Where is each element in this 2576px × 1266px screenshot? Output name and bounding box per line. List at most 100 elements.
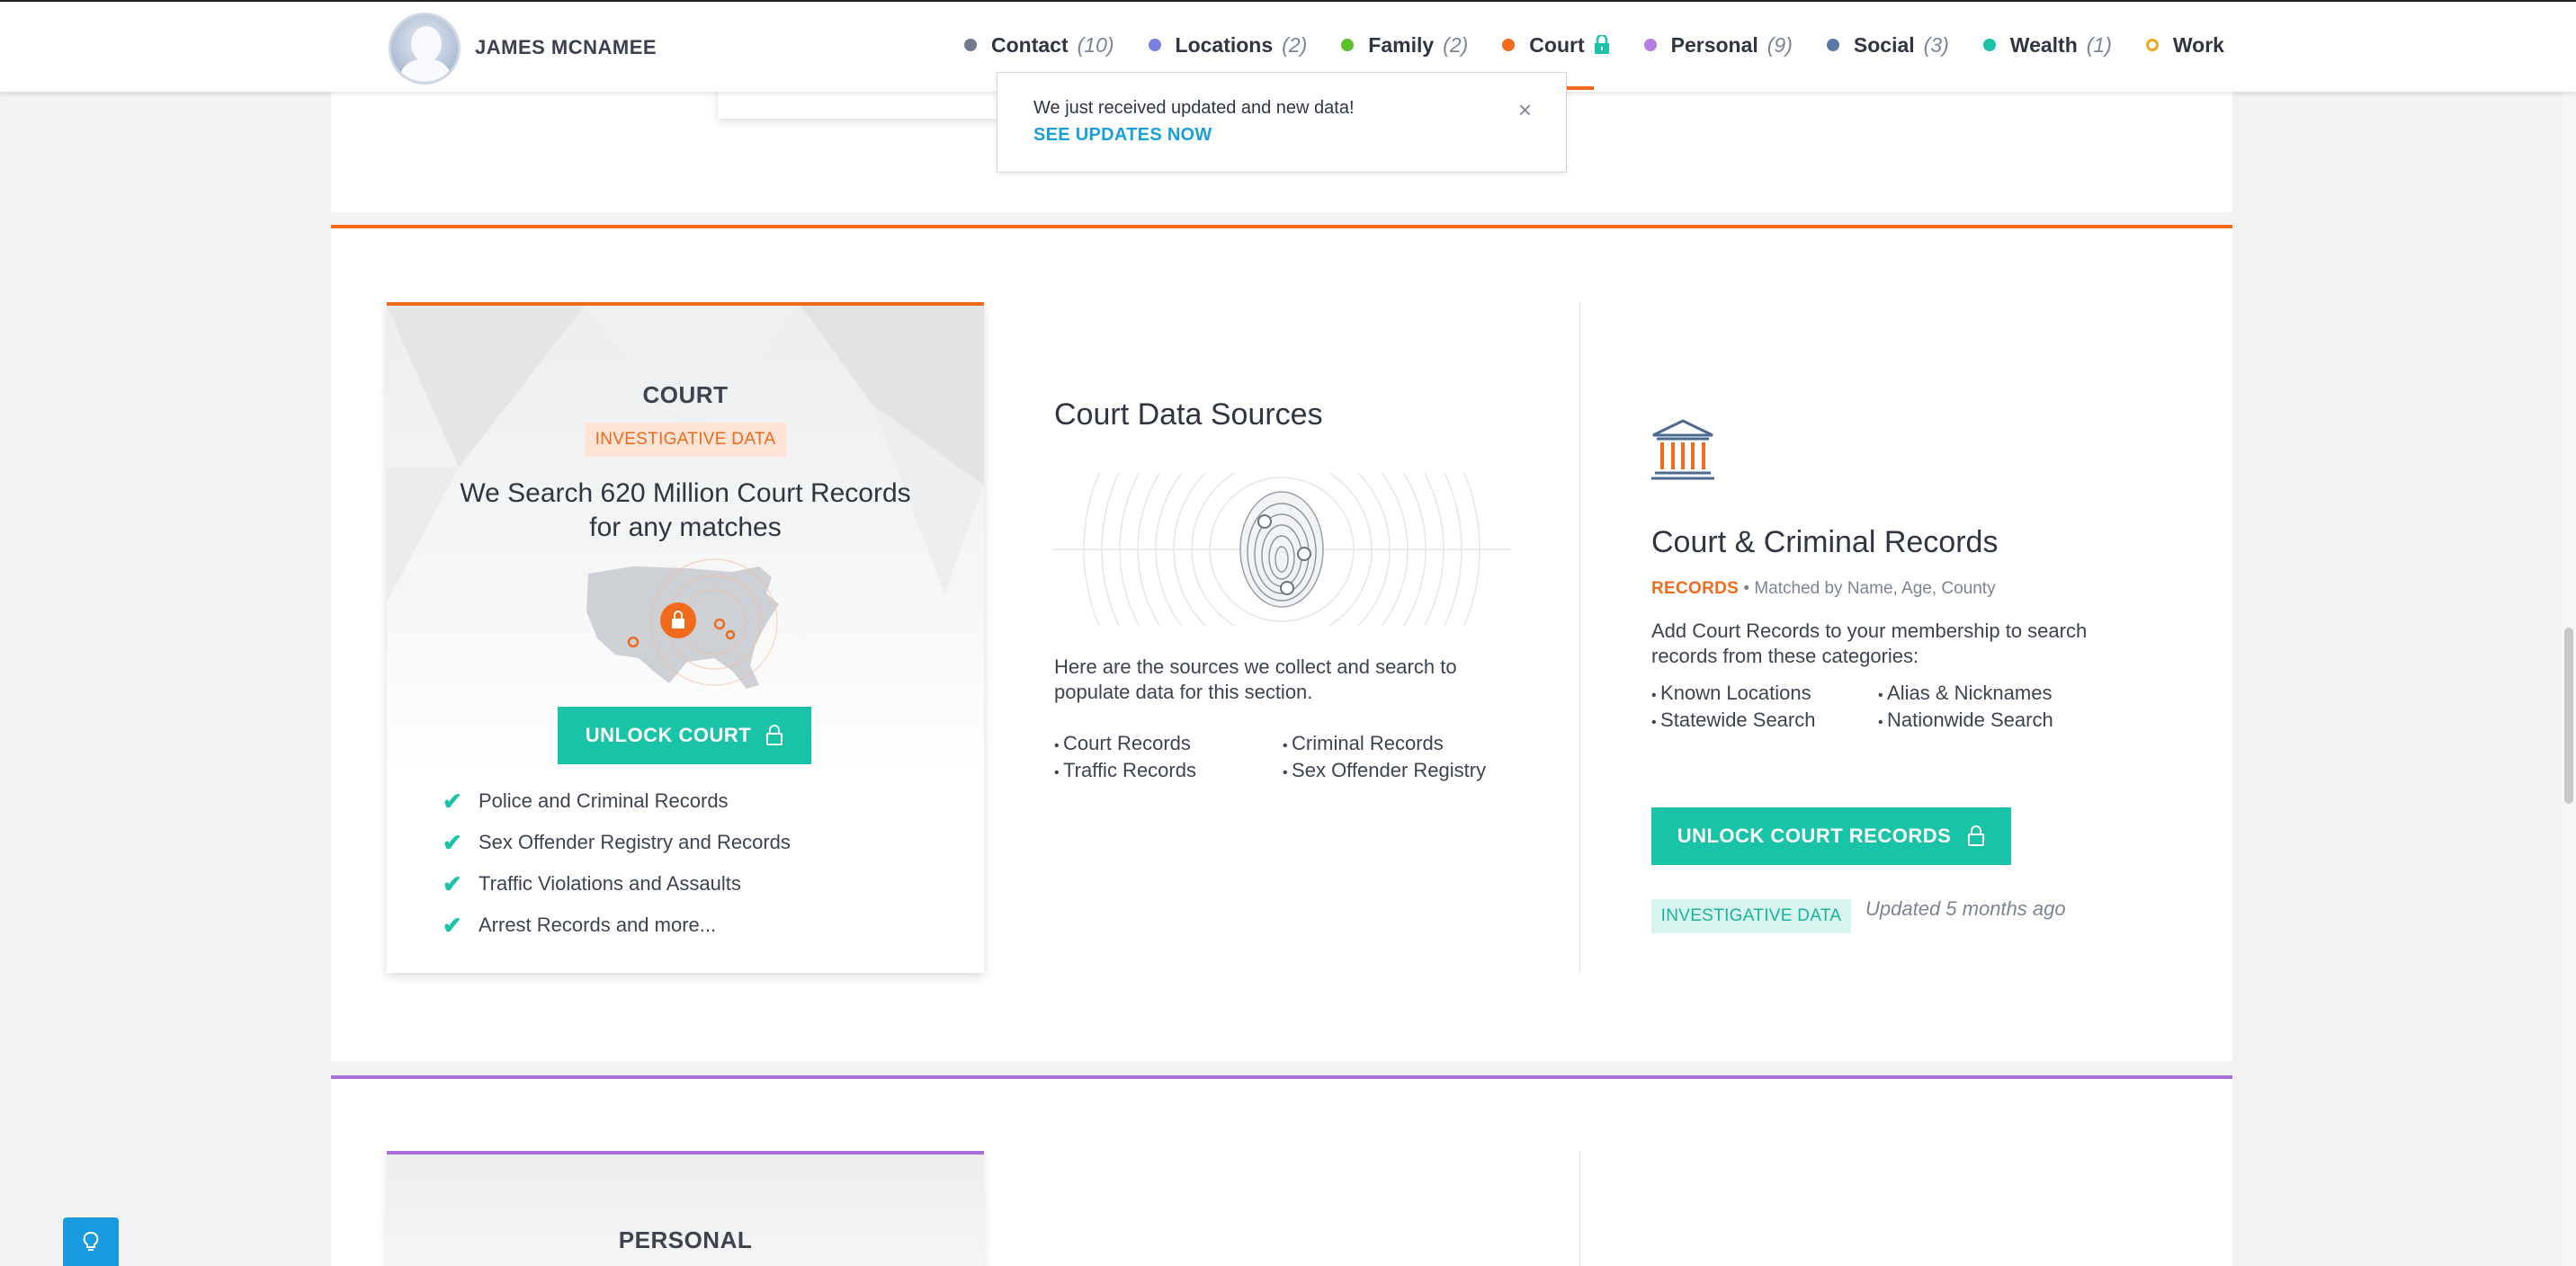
list-item: Criminal Records [1283,732,1486,759]
nav-count: (2) [1282,32,1308,57]
personal-section: PERSONAL [331,1075,2232,1266]
investigative-data-badge: INVESTIGATIVE DATA [1651,899,1851,933]
help-button[interactable] [63,1217,119,1266]
matched-by-text: Matched by Name, Age, County [1754,579,1996,598]
court-card-headline: We Search 620 Million Court Records for … [387,477,984,545]
nav-dot-icon [1982,39,1996,51]
nav-dot-icon [1341,39,1355,51]
nav-label: Contact [991,32,1069,57]
unlock-court-label: UNLOCK COURT [585,724,752,746]
lock-icon [1968,825,1985,846]
personal-card-title: PERSONAL [618,1226,753,1253]
feature-label: Traffic Violations and Assaults [479,872,741,895]
nav-item-locations[interactable]: Locations (2) [1148,31,1308,59]
court-records-title: Court & Criminal Records [1651,525,1999,559]
list-item: Sex Offender Registry [1283,759,1486,786]
column-divider [1579,1151,1580,1266]
nav-dot-icon [964,39,977,51]
records-tag: RECORDS [1651,579,1740,598]
feature-label: Arrest Records and more... [479,914,717,936]
feature-label: Sex Offender Registry and Records [479,831,791,853]
check-icon: ✔ [443,828,462,856]
avatar-head-shape [411,26,442,62]
sources-list-col-1: Court Records Traffic Records [1054,732,1196,786]
list-item: ✔ Traffic Violations and Assaults [443,863,791,905]
feature-label: Police and Criminal Records [479,789,729,812]
list-item: Statewide Search [1651,709,1815,736]
check-icon: ✔ [443,911,462,939]
court-feature-list: ✔ Police and Criminal Records ✔ Sex Offend… [443,780,791,946]
lock-icon [766,725,783,745]
nav-label: Family [1368,32,1435,57]
update-notification: We just received updated and new data! S… [997,72,1567,173]
avatar-shoulders-shape [400,58,451,82]
nav-label: Work [2172,32,2224,57]
nav-label: Locations [1175,32,1274,57]
nav-item-family[interactable]: Family (2) [1341,31,1468,59]
unlock-court-records-label: UNLOCK COURT RECORDS [1677,825,1952,847]
see-updates-link[interactable]: SEE UPDATES NOW [1033,125,1212,146]
court-card: COURT INVESTIGATIVE DATA We Search 620 M… [387,302,984,973]
categories-list-col-1: Known Locations Statewide Search [1651,682,1815,736]
nav-count: (9) [1767,32,1793,57]
close-icon[interactable]: × [1518,96,1532,124]
nav-dot-icon [1148,39,1161,51]
scrollbar-thumb[interactable] [2564,628,2573,804]
check-icon: ✔ [443,787,462,815]
section-nav: Contact (10) Locations (2) Family (2) Court Per… [964,31,2258,59]
nav-item-court[interactable]: Court [1502,31,1609,59]
list-item: ✔ Arrest Records and more... [443,905,791,946]
data-sources-description: Here are the sources we collect and sear… [1054,655,1457,703]
list-item: Nationwide Search [1878,709,2053,736]
data-sources-title: Court Data Sources [1054,397,1323,432]
list-item: Court Records [1054,732,1196,759]
sources-list-col-2: Criminal Records Sex Offender Registry [1283,732,1486,786]
nav-dot-icon [1502,39,1516,51]
us-map-icon [586,558,779,689]
nav-label: Wealth [2009,32,2078,57]
court-card-title: COURT [642,381,729,408]
notification-message: We just received updated and new data! [1033,98,1355,118]
nav-item-personal[interactable]: Personal (9) [1643,31,1793,59]
courthouse-icon [1651,419,1714,480]
nav-count: (1) [2086,32,2112,57]
bullet-separator: • [1743,579,1755,598]
list-item: Alias & Nicknames [1878,682,2053,709]
personal-card: PERSONAL [387,1151,984,1266]
nav-count: (3) [1923,32,1949,57]
lightbulb-icon [83,1232,99,1251]
column-divider [1579,302,1580,973]
nav-count: (10) [1077,32,1114,57]
nav-dot-icon [1826,39,1839,51]
nav-item-work[interactable]: Work [2145,31,2224,59]
unlock-court-records-button[interactable]: UNLOCK COURT RECORDS [1651,807,2011,865]
headline-line-2: for any matches [589,513,782,542]
scrollbar[interactable] [2562,92,2576,1266]
check-icon: ✔ [443,869,462,897]
investigative-data-badge: INVESTIGATIVE DATA [585,423,786,457]
nav-item-contact[interactable]: Contact (10) [964,31,1114,59]
categories-list-col-2: Alias & Nicknames Nationwide Search [1878,682,2053,736]
nav-count: (2) [1443,32,1469,57]
fingerprint-icon [1052,473,1511,626]
court-records-subtitle: RECORDS • Matched by Name, Age, County [1651,579,1996,599]
list-item: Traffic Records [1054,759,1196,786]
nav-dot-icon [1643,39,1657,51]
court-records-description: Add Court Records to your membership to … [1651,620,2088,667]
list-item: ✔ Police and Criminal Records [443,780,791,822]
list-item: Known Locations [1651,682,1815,709]
nav-label: Personal [1670,32,1758,57]
lock-icon [1594,35,1609,54]
nav-item-social[interactable]: Social (3) [1826,31,1949,59]
user-name: JAMES MCNAMEE [475,36,657,58]
avatar[interactable] [389,13,461,85]
court-section: COURT INVESTIGATIVE DATA We Search 620 M… [331,225,2232,1061]
nav-label: Court [1529,32,1585,57]
nav-item-wealth[interactable]: Wealth (1) [1982,31,2112,59]
nav-dot-icon [2145,39,2159,51]
unlock-court-button[interactable]: UNLOCK COURT [558,707,811,764]
headline-line-1: We Search 620 Million Court Records [460,478,911,508]
updated-timestamp: Updated 5 months ago [1865,897,2066,920]
list-item: ✔ Sex Offender Registry and Records [443,822,791,863]
nav-label: Social [1853,32,1915,57]
